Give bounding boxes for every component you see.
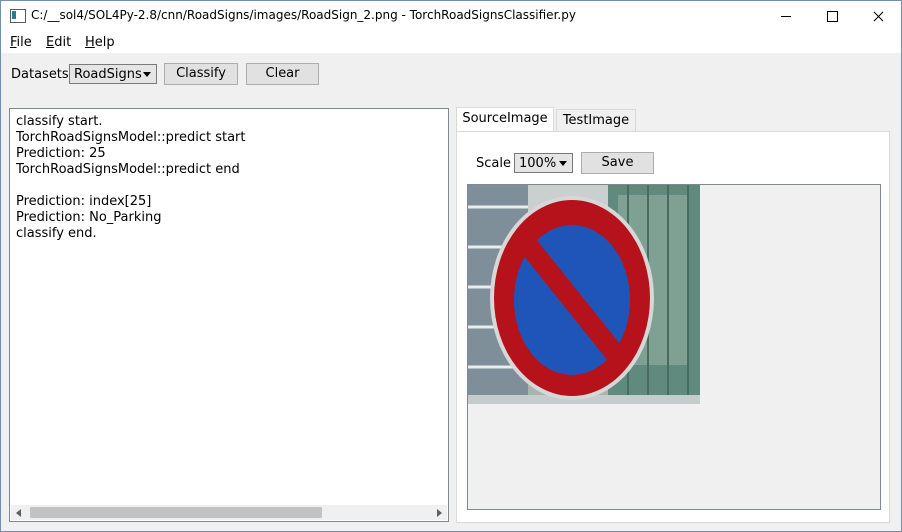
classify-button[interactable]: Classify — [164, 63, 238, 85]
log-text-area[interactable]: classify start. TorchRoadSignsModel::pre… — [9, 108, 449, 522]
chevron-down-icon — [559, 161, 567, 166]
scale-label: Scale — [476, 156, 511, 171]
title-bar[interactable]: C:/__sol4/SOL4Py-2.8/cnn/RoadSigns/image… — [1, 1, 901, 32]
window-title: C:/__sol4/SOL4Py-2.8/cnn/RoadSigns/image… — [31, 8, 576, 22]
log-line: classify end. — [16, 226, 97, 241]
scrollbar-thumb[interactable] — [30, 507, 322, 518]
minimize-button[interactable] — [763, 1, 809, 32]
road-sign-image — [468, 185, 700, 404]
tab-source-image[interactable]: SourceImage — [456, 107, 554, 132]
log-line: Prediction: No_Parking — [16, 210, 162, 225]
clear-button[interactable]: Clear — [246, 63, 319, 85]
scale-combo[interactable]: 100% — [514, 153, 573, 173]
app-window: C:/__sol4/SOL4Py-2.8/cnn/RoadSigns/image… — [0, 0, 902, 532]
scroll-right-icon[interactable] — [437, 509, 442, 517]
source-image-pane: Scale 100% Save — [456, 131, 890, 523]
scale-combo-value: 100% — [519, 156, 557, 171]
menu-edit[interactable]: Edit — [46, 35, 71, 50]
log-lines: classify start. TorchRoadSignsModel::pre… — [16, 114, 246, 242]
log-line: TorchRoadSignsModel::predict end — [16, 162, 240, 177]
log-line: classify start. — [16, 114, 103, 129]
datasets-label: Datasets — [11, 67, 69, 82]
datasets-combo-value: RoadSigns — [74, 67, 142, 82]
menu-file[interactable]: File — [10, 35, 32, 50]
app-icon — [10, 9, 26, 23]
menu-bar: File Edit Help — [1, 32, 901, 53]
maximize-button[interactable] — [809, 1, 855, 32]
log-line: Prediction: 25 — [16, 146, 106, 161]
log-line: TorchRoadSignsModel::predict start — [16, 130, 246, 145]
image-view[interactable] — [467, 184, 881, 510]
scroll-left-icon[interactable] — [16, 509, 21, 517]
chevron-down-icon — [143, 72, 151, 77]
menu-help[interactable]: Help — [85, 35, 115, 50]
log-line: Prediction: index[25] — [16, 194, 152, 209]
save-button[interactable]: Save — [581, 152, 654, 174]
datasets-combo[interactable]: RoadSigns — [69, 64, 157, 84]
tab-test-image[interactable]: TestImage — [556, 109, 636, 132]
close-button[interactable] — [855, 1, 901, 32]
horizontal-scrollbar[interactable] — [11, 505, 447, 520]
